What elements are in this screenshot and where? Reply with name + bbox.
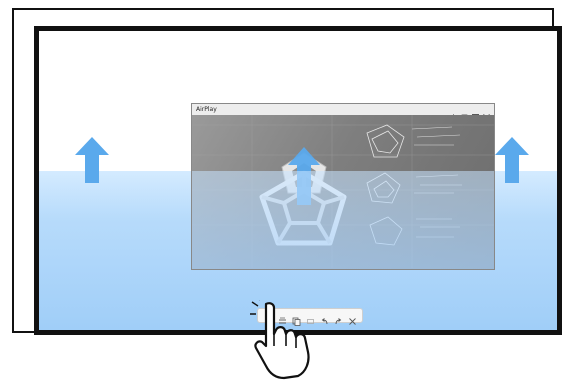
window-controls	[450, 104, 490, 121]
window-title: AirPlay	[196, 106, 217, 113]
arrow-up-icon	[75, 137, 109, 183]
display-outer-frame: AirPlay	[12, 8, 562, 335]
close-icon[interactable]	[348, 311, 357, 325]
volume-icon[interactable]	[450, 106, 457, 121]
display-screen: AirPlay	[34, 26, 562, 335]
hand-pointer-icon	[250, 300, 310, 380]
airplay-window[interactable]: AirPlay	[191, 103, 495, 270]
mirrored-content	[192, 115, 494, 269]
redo-icon[interactable]	[334, 311, 343, 325]
close-icon[interactable]	[483, 106, 490, 121]
screenshot-icon[interactable]	[461, 106, 468, 121]
content-water-overlay	[192, 171, 494, 269]
arrow-up-icon	[495, 137, 529, 183]
fullscreen-icon[interactable]	[472, 106, 479, 121]
